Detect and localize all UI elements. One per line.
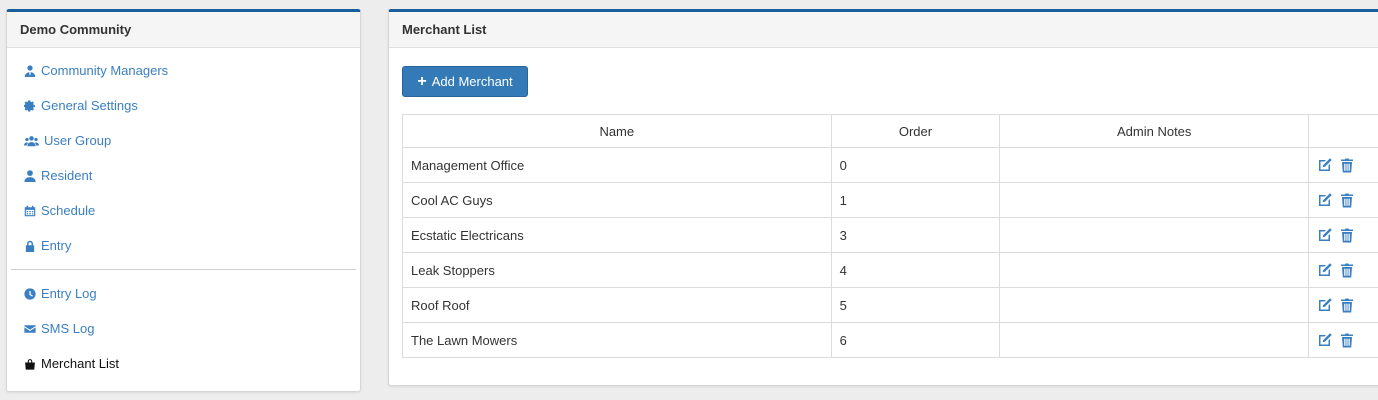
table-header-row: Name Order Admin Notes: [402, 114, 1378, 148]
cell-name: Cool AC Guys: [402, 182, 832, 218]
column-header-order[interactable]: Order: [830, 114, 1001, 148]
edit-icon[interactable]: [1317, 332, 1333, 348]
cell-name: Roof Roof: [402, 287, 832, 323]
sidebar-item-label: Community Managers: [41, 63, 169, 78]
merchant-list-panel: Merchant List + Add Merchant Name Order …: [388, 9, 1378, 386]
sidebar-item-community-managers[interactable]: Community Managers: [7, 53, 360, 88]
cell-order: 5: [830, 287, 1001, 323]
sidebar-item-entry[interactable]: Entry: [7, 228, 360, 263]
cell-actions: [1308, 182, 1378, 218]
cell-actions: [1308, 217, 1378, 253]
calendar-icon: [23, 204, 36, 217]
envelope-icon: [23, 322, 36, 335]
cell-name: Ecstatic Electricans: [402, 217, 832, 253]
users-icon: [23, 134, 39, 147]
edit-icon[interactable]: [1317, 192, 1333, 208]
cell-order: 0: [830, 147, 1001, 183]
cell-actions: [1308, 322, 1378, 358]
cell-admin-notes: [999, 217, 1310, 253]
lock-icon: [23, 239, 36, 252]
gear-icon: [23, 99, 36, 112]
edit-icon[interactable]: [1317, 297, 1333, 313]
sidebar-item-resident[interactable]: Resident: [7, 158, 360, 193]
cell-name: Management Office: [402, 147, 832, 183]
add-merchant-button[interactable]: + Add Merchant: [402, 66, 528, 97]
sidebar-item-label: SMS Log: [41, 321, 95, 336]
sidebar-item-entry-log[interactable]: Entry Log: [7, 276, 360, 311]
sidebar-item-schedule[interactable]: Schedule: [7, 193, 360, 228]
page-title: Merchant List: [389, 12, 1378, 48]
user-tie-icon: [23, 64, 36, 77]
sidebar-item-label: General Settings: [41, 98, 138, 113]
clock-icon: [23, 287, 36, 300]
cell-name: The Lawn Mowers: [402, 322, 832, 358]
sidebar-nav-secondary: Entry Log SMS Log Merchant List: [7, 276, 360, 381]
cell-admin-notes: [999, 322, 1310, 358]
sidebar-item-user-group[interactable]: User Group: [7, 123, 360, 158]
cell-admin-notes: [999, 287, 1310, 323]
column-header-name[interactable]: Name: [402, 114, 832, 148]
cell-actions: [1308, 252, 1378, 288]
edit-icon[interactable]: [1317, 157, 1333, 173]
cell-admin-notes: [999, 252, 1310, 288]
edit-icon[interactable]: [1317, 227, 1333, 243]
sidebar-item-label: Entry Log: [41, 286, 97, 301]
user-icon: [23, 169, 36, 182]
sidebar-item-label: Merchant List: [41, 356, 120, 371]
edit-icon[interactable]: [1317, 262, 1333, 278]
sidebar-item-label: Resident: [41, 168, 93, 183]
cell-order: 3: [830, 217, 1001, 253]
cell-order: 1: [830, 182, 1001, 218]
sidebar-title: Demo Community: [7, 12, 360, 48]
sidebar-item-merchant-list[interactable]: Merchant List: [7, 346, 360, 381]
table-row: Management Office 0: [402, 147, 1378, 183]
cell-name: Leak Stoppers: [402, 252, 832, 288]
table-row: Leak Stoppers 4: [402, 252, 1378, 288]
sidebar-divider: [11, 269, 356, 270]
table-row: Roof Roof 5: [402, 287, 1378, 323]
trash-icon[interactable]: [1339, 297, 1355, 313]
sidebar-item-label: User Group: [44, 133, 112, 148]
shopping-bag-icon: [23, 357, 36, 370]
sidebar-item-label: Entry: [41, 238, 72, 253]
cell-order: 6: [830, 322, 1001, 358]
sidebar-panel: Demo Community Community Managers Genera…: [6, 9, 361, 392]
trash-icon[interactable]: [1339, 332, 1355, 348]
sidebar-item-label: Schedule: [41, 203, 96, 218]
cell-actions: [1308, 287, 1378, 323]
trash-icon[interactable]: [1339, 262, 1355, 278]
cell-order: 4: [830, 252, 1001, 288]
sidebar-item-general-settings[interactable]: General Settings: [7, 88, 360, 123]
column-header-admin-notes[interactable]: Admin Notes: [999, 114, 1310, 148]
cell-admin-notes: [999, 147, 1310, 183]
plus-icon: +: [417, 72, 427, 90]
table-row: The Lawn Mowers 6: [402, 322, 1378, 358]
cell-admin-notes: [999, 182, 1310, 218]
trash-icon[interactable]: [1339, 157, 1355, 173]
cell-actions: [1308, 147, 1378, 183]
merchant-table: Name Order Admin Notes Management Office…: [402, 114, 1378, 358]
sidebar-item-sms-log[interactable]: SMS Log: [7, 311, 360, 346]
column-header-actions: [1308, 114, 1378, 148]
trash-icon[interactable]: [1339, 227, 1355, 243]
sidebar-nav: Community Managers General Settings User…: [7, 48, 360, 263]
table-row: Ecstatic Electricans 3: [402, 217, 1378, 253]
add-merchant-label: Add Merchant: [431, 74, 513, 89]
table-row: Cool AC Guys 1: [402, 182, 1378, 218]
trash-icon[interactable]: [1339, 192, 1355, 208]
